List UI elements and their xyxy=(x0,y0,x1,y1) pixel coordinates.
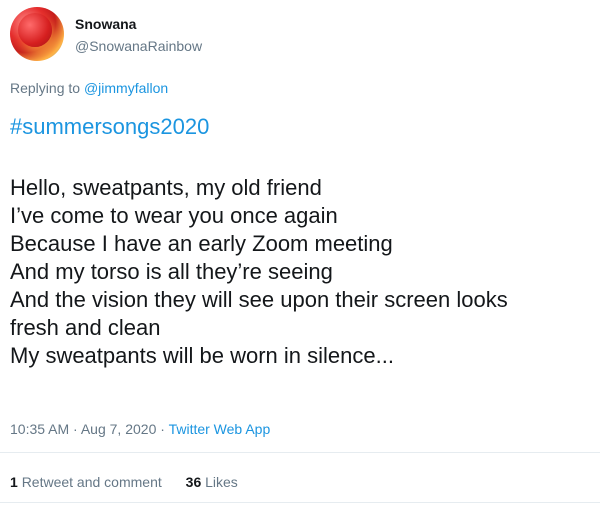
tweet-line: Hello, sweatpants, my old friend xyxy=(10,175,322,200)
meta-separator: · xyxy=(73,421,78,437)
replying-to-label: Replying to xyxy=(10,80,81,96)
tweet-time[interactable]: 10:35 AM xyxy=(10,421,69,437)
retweets-stat[interactable]: 1 Retweet and comment xyxy=(10,474,162,490)
tweet-card: Snowana @SnowanaRainbow Replying to @jim… xyxy=(0,0,600,505)
tweet-stats: 1 Retweet and comment 36 Likes xyxy=(10,474,238,490)
tweet-line: I’ve come to wear you once again xyxy=(10,203,338,228)
meta-separator: · xyxy=(160,421,165,437)
hashtag-link[interactable]: #summersongs2020 xyxy=(10,114,209,140)
tweet-line: Because I have an early Zoom meeting xyxy=(10,231,393,256)
user-handle[interactable]: @SnowanaRainbow xyxy=(75,38,202,54)
likes-label: Likes xyxy=(205,474,238,490)
likes-count: 36 xyxy=(185,474,202,490)
tweet-metadata: 10:35 AM · Aug 7, 2020 · Twitter Web App xyxy=(10,421,270,437)
divider xyxy=(0,452,600,453)
tweet-date[interactable]: Aug 7, 2020 xyxy=(81,421,157,437)
tweet-line: And the vision they will see upon their … xyxy=(10,287,508,312)
divider xyxy=(0,502,600,503)
tweet-text: Hello, sweatpants, my old friend I’ve co… xyxy=(10,174,590,370)
likes-stat[interactable]: 36 Likes xyxy=(186,474,238,490)
tweet-line: My sweatpants will be worn in silence... xyxy=(10,343,394,368)
tweet-line: And my torso is all they’re seeing xyxy=(10,259,333,284)
retweets-label: Retweet and comment xyxy=(21,474,162,490)
avatar-image xyxy=(18,13,52,47)
avatar[interactable] xyxy=(10,7,64,61)
user-display-name[interactable]: Snowana xyxy=(75,16,136,32)
replying-to: Replying to @jimmyfallon xyxy=(10,80,168,96)
tweet-line: fresh and clean xyxy=(10,315,161,340)
mention-link[interactable]: @jimmyfallon xyxy=(84,80,168,96)
retweets-count: 1 xyxy=(10,474,18,490)
tweet-source-link[interactable]: Twitter Web App xyxy=(169,421,271,437)
